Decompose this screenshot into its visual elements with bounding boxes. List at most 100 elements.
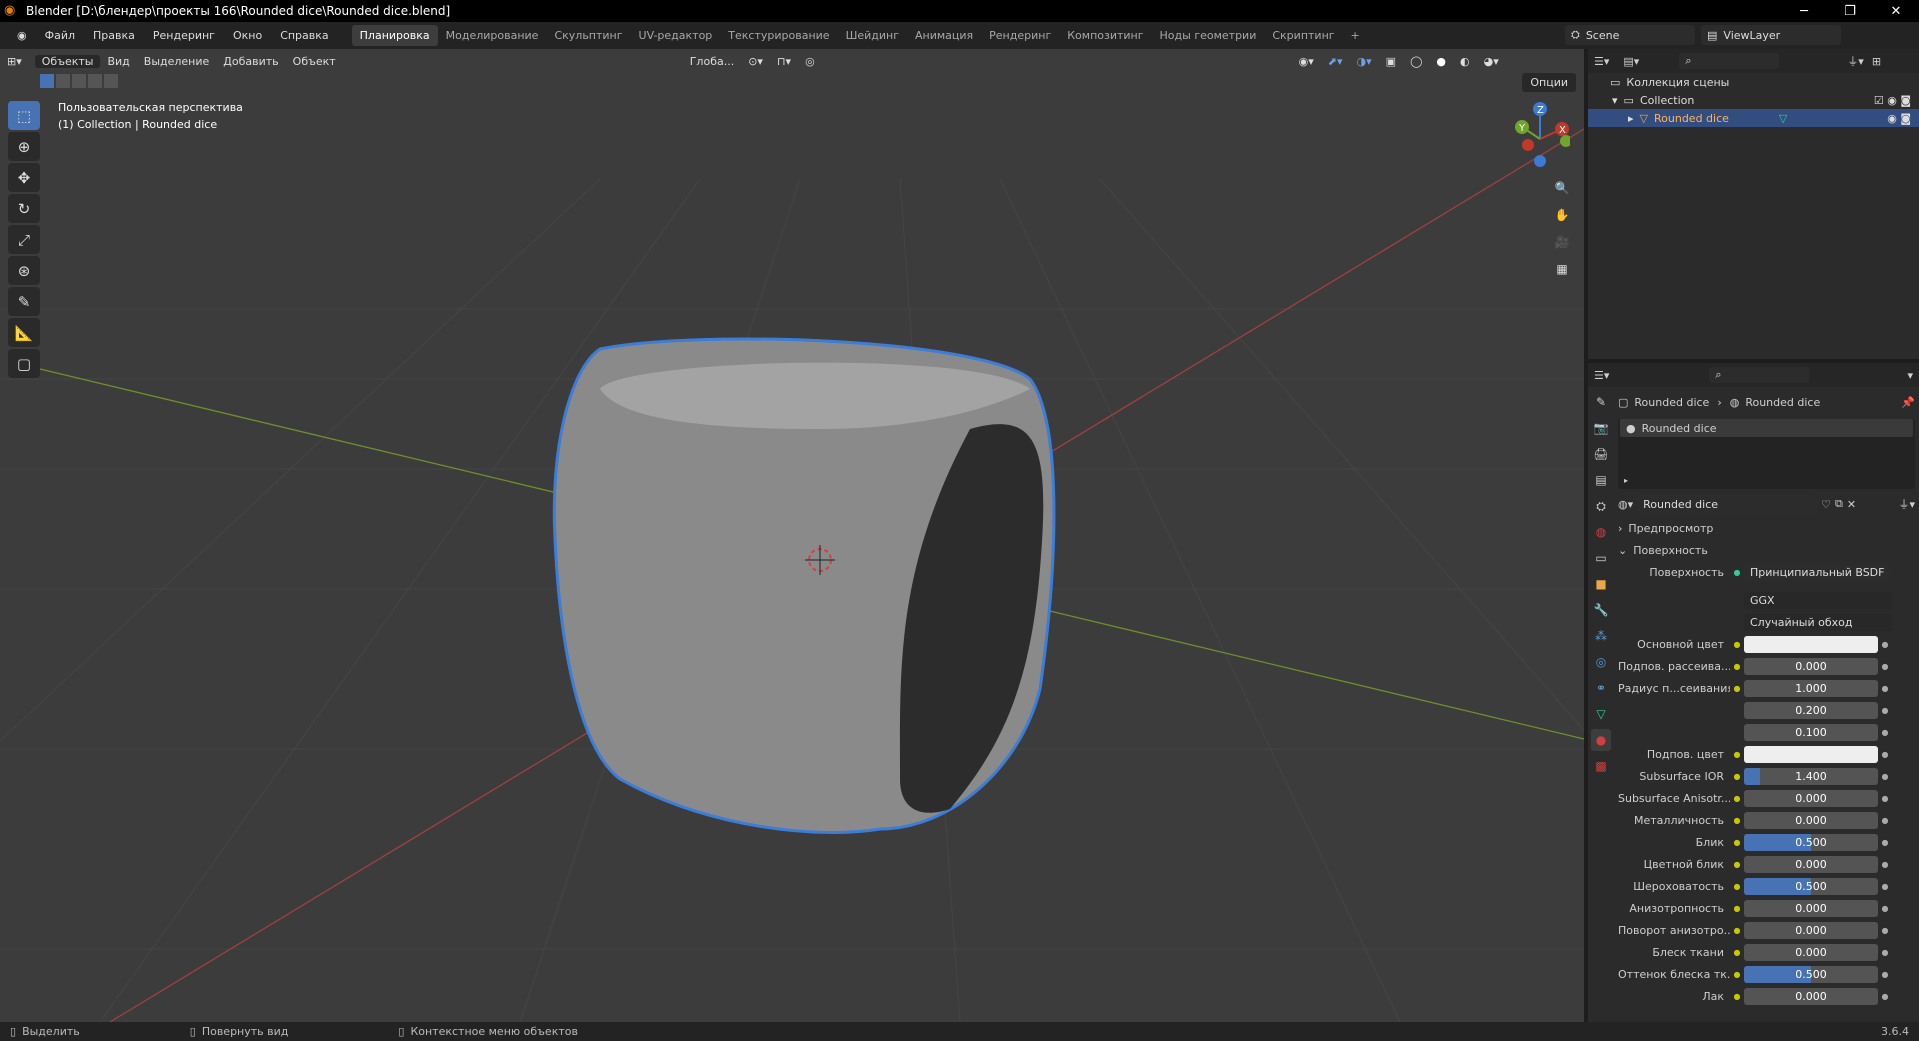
zoom-icon[interactable]: 🔍 bbox=[1551, 177, 1573, 199]
rounded-dice-object[interactable] bbox=[552, 337, 1056, 834]
value-slider[interactable]: 0.000 bbox=[1744, 921, 1878, 939]
shading-material-icon[interactable]: ◐ bbox=[1453, 55, 1477, 68]
tab-rendering[interactable]: Рендеринг bbox=[981, 25, 1059, 46]
add-workspace-icon[interactable]: + bbox=[1343, 25, 1368, 46]
socket-dot-icon[interactable]: ● bbox=[1730, 838, 1744, 847]
pivot-icon[interactable]: ⊙▾ bbox=[741, 55, 770, 68]
collection-tab-icon[interactable]: ▭ bbox=[1591, 547, 1611, 569]
filter-icon[interactable]: ⏚▾ bbox=[1847, 53, 1864, 69]
value-slider[interactable]: 0.000 bbox=[1744, 855, 1878, 873]
surface-panel-header[interactable]: ⌄ Поверхность bbox=[1618, 539, 1915, 561]
value-slider[interactable]: 0.500 bbox=[1744, 877, 1878, 895]
value-slider[interactable]: 0.200 bbox=[1744, 701, 1878, 719]
socket-dot-icon[interactable]: ● bbox=[1730, 816, 1744, 825]
tab-shading[interactable]: Шейдинг bbox=[838, 25, 907, 46]
maximize-icon[interactable]: ❐ bbox=[1827, 0, 1873, 22]
material-slot-item[interactable]: ● Rounded dice bbox=[1620, 419, 1913, 437]
socket-dot-icon[interactable]: ● bbox=[1730, 772, 1744, 781]
value-slider[interactable]: 0.000 bbox=[1744, 943, 1878, 961]
select-intersect-icon[interactable] bbox=[104, 74, 118, 88]
shading-wire-icon[interactable]: ◯ bbox=[1403, 55, 1429, 68]
tab-geometry-nodes[interactable]: Ноды геометрии bbox=[1152, 25, 1265, 46]
proportional-icon[interactable]: ◎ bbox=[798, 55, 822, 68]
camera-view-icon[interactable]: 🎥 bbox=[1551, 231, 1573, 253]
gizmo-toggle-icon[interactable]: ⬈▾ bbox=[1321, 55, 1350, 68]
socket-dot-icon[interactable]: ● bbox=[1730, 794, 1744, 803]
value-slider[interactable]: 1.400 bbox=[1744, 767, 1878, 785]
tab-compositing[interactable]: Композитинг bbox=[1059, 25, 1151, 46]
keyframe-dot-icon[interactable]: ● bbox=[1878, 772, 1892, 781]
menu-edit[interactable]: Правка bbox=[84, 29, 144, 42]
tool-tab-icon[interactable]: ✎ bbox=[1591, 391, 1611, 413]
menu-render[interactable]: Рендеринг bbox=[144, 29, 224, 42]
socket-dot-icon[interactable]: ● bbox=[1730, 992, 1744, 1001]
expand-arrow-icon[interactable]: ▾ bbox=[1612, 94, 1618, 107]
render-tab-icon[interactable]: 📷 bbox=[1591, 417, 1611, 439]
snap-icon[interactable]: ⊓▾ bbox=[770, 55, 798, 68]
data-tab-icon[interactable]: ▽ bbox=[1591, 703, 1611, 725]
material-name-field[interactable]: Rounded dice bbox=[1637, 495, 1818, 513]
constraints-tab-icon[interactable]: ⚭ bbox=[1591, 677, 1611, 699]
select-new-icon[interactable] bbox=[40, 74, 54, 88]
orientation-dropdown[interactable]: Глоба... bbox=[683, 55, 741, 68]
collection-checkbox-icon[interactable]: ☑ ◉ ◙ bbox=[1874, 94, 1911, 107]
pan-hand-icon[interactable]: ✋ bbox=[1551, 204, 1573, 226]
socket-dot-icon[interactable]: ● bbox=[1730, 750, 1744, 759]
value-slider[interactable]: 0.500 bbox=[1744, 965, 1878, 983]
output-tab-icon[interactable]: 🖨 bbox=[1591, 443, 1611, 465]
tab-modeling[interactable]: Моделирование bbox=[438, 25, 547, 46]
value-slider[interactable]: 0.000 bbox=[1744, 987, 1878, 1005]
menu-window[interactable]: Окно bbox=[224, 29, 271, 42]
menu-object[interactable]: Объект bbox=[286, 55, 343, 68]
visibility-icon[interactable]: ◉▾ bbox=[1292, 55, 1321, 68]
expand-arrow-icon[interactable]: ▸ bbox=[1624, 476, 1628, 485]
3d-viewport[interactable]: ⊞▾ Объекты Вид Выделение Добавить Объект… bbox=[0, 49, 1584, 1022]
subsurface-method-dropdown[interactable]: Случайный обход bbox=[1744, 613, 1892, 631]
keyframe-dot-icon[interactable]: ● bbox=[1878, 662, 1892, 671]
keyframe-dot-icon[interactable]: ● bbox=[1878, 882, 1892, 891]
editor-type-icon[interactable]: ⊞▾ bbox=[0, 55, 29, 68]
tab-uv-editing[interactable]: UV-редактор bbox=[631, 25, 721, 46]
perspective-toggle-icon[interactable]: ▦ bbox=[1551, 258, 1573, 280]
color-swatch[interactable] bbox=[1744, 745, 1878, 763]
preview-panel-header[interactable]: › Предпросмотр bbox=[1618, 517, 1915, 539]
socket-dot-icon[interactable]: ● bbox=[1730, 640, 1744, 649]
socket-dot-icon[interactable]: ● bbox=[1730, 882, 1744, 891]
properties-options-icon[interactable]: ▾ bbox=[1907, 369, 1913, 382]
rotate-tool-icon[interactable]: ↻ bbox=[8, 194, 40, 223]
cursor-tool-icon[interactable]: ⊕ bbox=[8, 132, 40, 161]
keyframe-dot-icon[interactable]: ● bbox=[1878, 640, 1892, 649]
menu-file[interactable]: Файл bbox=[36, 29, 84, 42]
socket-dot-icon[interactable]: ● bbox=[1730, 926, 1744, 935]
value-slider[interactable]: 0.500 bbox=[1744, 833, 1878, 851]
keyframe-dot-icon[interactable]: ● bbox=[1878, 860, 1892, 869]
scene-tab-icon[interactable]: ⛭ bbox=[1591, 495, 1611, 517]
surface-shader-field[interactable]: Принципиальный BSDF bbox=[1744, 563, 1892, 581]
select-invert-icon[interactable] bbox=[88, 74, 102, 88]
value-slider[interactable]: 0.100 bbox=[1744, 723, 1878, 741]
menu-add[interactable]: Добавить bbox=[216, 55, 285, 68]
scale-tool-icon[interactable]: ⤢ bbox=[8, 225, 40, 254]
material-slot-list[interactable]: ● Rounded dice ▸ bbox=[1618, 419, 1915, 489]
new-collection-icon[interactable]: ⊞ bbox=[1872, 55, 1881, 68]
world-tab-icon[interactable]: ◍ bbox=[1591, 521, 1611, 543]
minimize-icon[interactable]: ─ bbox=[1781, 0, 1827, 22]
value-slider[interactable]: 0.000 bbox=[1744, 789, 1878, 807]
keyframe-dot-icon[interactable]: ● bbox=[1878, 948, 1892, 957]
tab-animation[interactable]: Анимация bbox=[907, 25, 981, 46]
keyframe-dot-icon[interactable]: ● bbox=[1878, 684, 1892, 693]
scene-field[interactable]: ⛭ Scene bbox=[1565, 25, 1695, 45]
value-slider[interactable]: 0.000 bbox=[1744, 811, 1878, 829]
tab-scripting[interactable]: Скриптинг bbox=[1264, 25, 1342, 46]
socket-dot-icon[interactable]: ● bbox=[1730, 948, 1744, 957]
measure-tool-icon[interactable]: 📐 bbox=[8, 318, 40, 347]
object-tab-icon[interactable]: ■ bbox=[1591, 573, 1611, 595]
options-dropdown[interactable]: Опции bbox=[1522, 73, 1576, 92]
select-box-icon[interactable]: ⬚ bbox=[8, 101, 40, 130]
socket-dot-icon[interactable]: ● bbox=[1730, 860, 1744, 869]
tab-texture-paint[interactable]: Текстурирование bbox=[720, 25, 837, 46]
keyframe-dot-icon[interactable]: ● bbox=[1878, 728, 1892, 737]
physics-tab-icon[interactable]: ◎ bbox=[1591, 651, 1611, 673]
keyframe-dot-icon[interactable]: ● bbox=[1878, 706, 1892, 715]
keyframe-dot-icon[interactable]: ● bbox=[1878, 838, 1892, 847]
